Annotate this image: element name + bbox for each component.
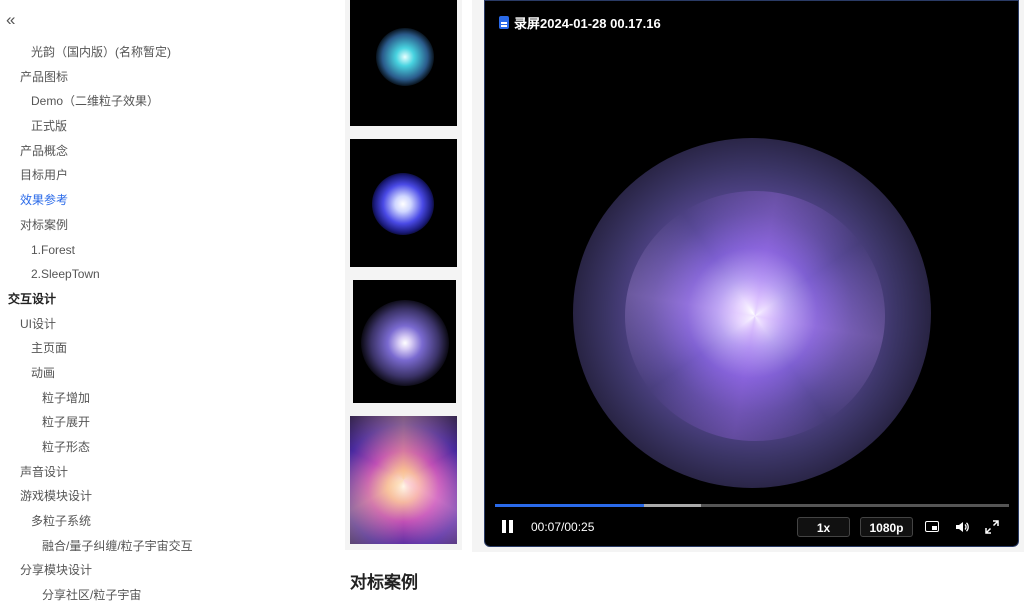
picture-in-picture-icon[interactable] xyxy=(925,521,939,532)
particle-orb-image xyxy=(361,300,449,386)
document-icon xyxy=(499,16,509,29)
toc-item[interactable]: 产品概念 xyxy=(0,139,340,164)
outline-sidebar: « 光韵（国内版）(名称暂定) 产品图标 Demo（二维粒子效果） 正式版 产品概念 目标… xyxy=(0,0,340,604)
section-heading: 对标案例 xyxy=(350,573,418,592)
video-title: 录屏2024-01-28 00.17.16 xyxy=(499,13,661,32)
particle-orb-image xyxy=(376,28,434,86)
toc-item[interactable]: 声音设计 xyxy=(0,460,340,485)
toc-item[interactable]: 正式版 xyxy=(0,114,340,139)
toc-item[interactable]: 交互设计 xyxy=(0,287,340,312)
toc-item[interactable]: 主页面 xyxy=(0,336,340,361)
particle-orb-image xyxy=(372,173,434,235)
table-of-contents: 光韵（国内版）(名称暂定) 产品图标 Demo（二维粒子效果） 正式版 产品概念 目标用户… xyxy=(0,40,340,608)
thumbnail-4[interactable] xyxy=(350,416,457,544)
particle-rays xyxy=(625,191,885,441)
toc-item[interactable]: 融合/量子纠缠/粒子宇宙交互 xyxy=(0,534,340,559)
toc-item[interactable]: UI设计 xyxy=(0,312,340,337)
toc-item[interactable]: 多粒子系统 xyxy=(0,509,340,534)
thumbnail-strip xyxy=(345,0,462,550)
thumbnail-1[interactable] xyxy=(350,0,457,126)
toc-item[interactable]: 游戏模块设计 xyxy=(0,484,340,509)
toc-item[interactable]: 粒子增加 xyxy=(0,386,340,411)
toc-item[interactable]: 2.SleepTown xyxy=(0,262,340,287)
particle-burst-image xyxy=(350,416,457,544)
volume-icon[interactable] xyxy=(955,520,969,534)
toc-item[interactable]: 粒子展开 xyxy=(0,410,340,435)
toc-item[interactable]: 分享社区/粒子宇宙 xyxy=(0,583,340,608)
thumbnail-2[interactable] xyxy=(350,139,457,267)
pause-icon[interactable] xyxy=(502,520,514,533)
toc-item[interactable]: 对标案例 xyxy=(0,213,340,238)
toc-item[interactable]: 分享模块设计 xyxy=(0,558,340,583)
toc-item[interactable]: 光韵（国内版）(名称暂定) xyxy=(0,40,340,65)
quality-button[interactable]: 1080p xyxy=(860,517,913,537)
toc-item[interactable]: 效果参考 xyxy=(0,188,340,213)
toc-item[interactable]: 动画 xyxy=(0,361,340,386)
played-range xyxy=(495,504,645,507)
progress-bar[interactable] xyxy=(495,504,1009,507)
time-display: 00:07/00:25 xyxy=(531,520,595,534)
toc-item[interactable]: 粒子形态 xyxy=(0,435,340,460)
video-player[interactable]: 录屏2024-01-28 00.17.16 00:07/00:25 1x 108… xyxy=(484,0,1019,547)
toc-item[interactable]: 1.Forest xyxy=(0,238,340,263)
toc-item[interactable]: 目标用户 xyxy=(0,163,340,188)
fullscreen-icon[interactable] xyxy=(985,520,999,534)
player-controls: 00:07/00:25 1x 1080p xyxy=(485,513,1018,541)
playback-rate-button[interactable]: 1x xyxy=(797,517,850,537)
thumbnail-3[interactable] xyxy=(353,280,456,403)
video-title-text: 录屏2024-01-28 00.17.16 xyxy=(514,16,661,31)
toc-item[interactable]: 产品图标 xyxy=(0,65,340,90)
collapse-sidebar-icon[interactable]: « xyxy=(6,10,26,30)
toc-item[interactable]: Demo（二维粒子效果） xyxy=(0,89,340,114)
